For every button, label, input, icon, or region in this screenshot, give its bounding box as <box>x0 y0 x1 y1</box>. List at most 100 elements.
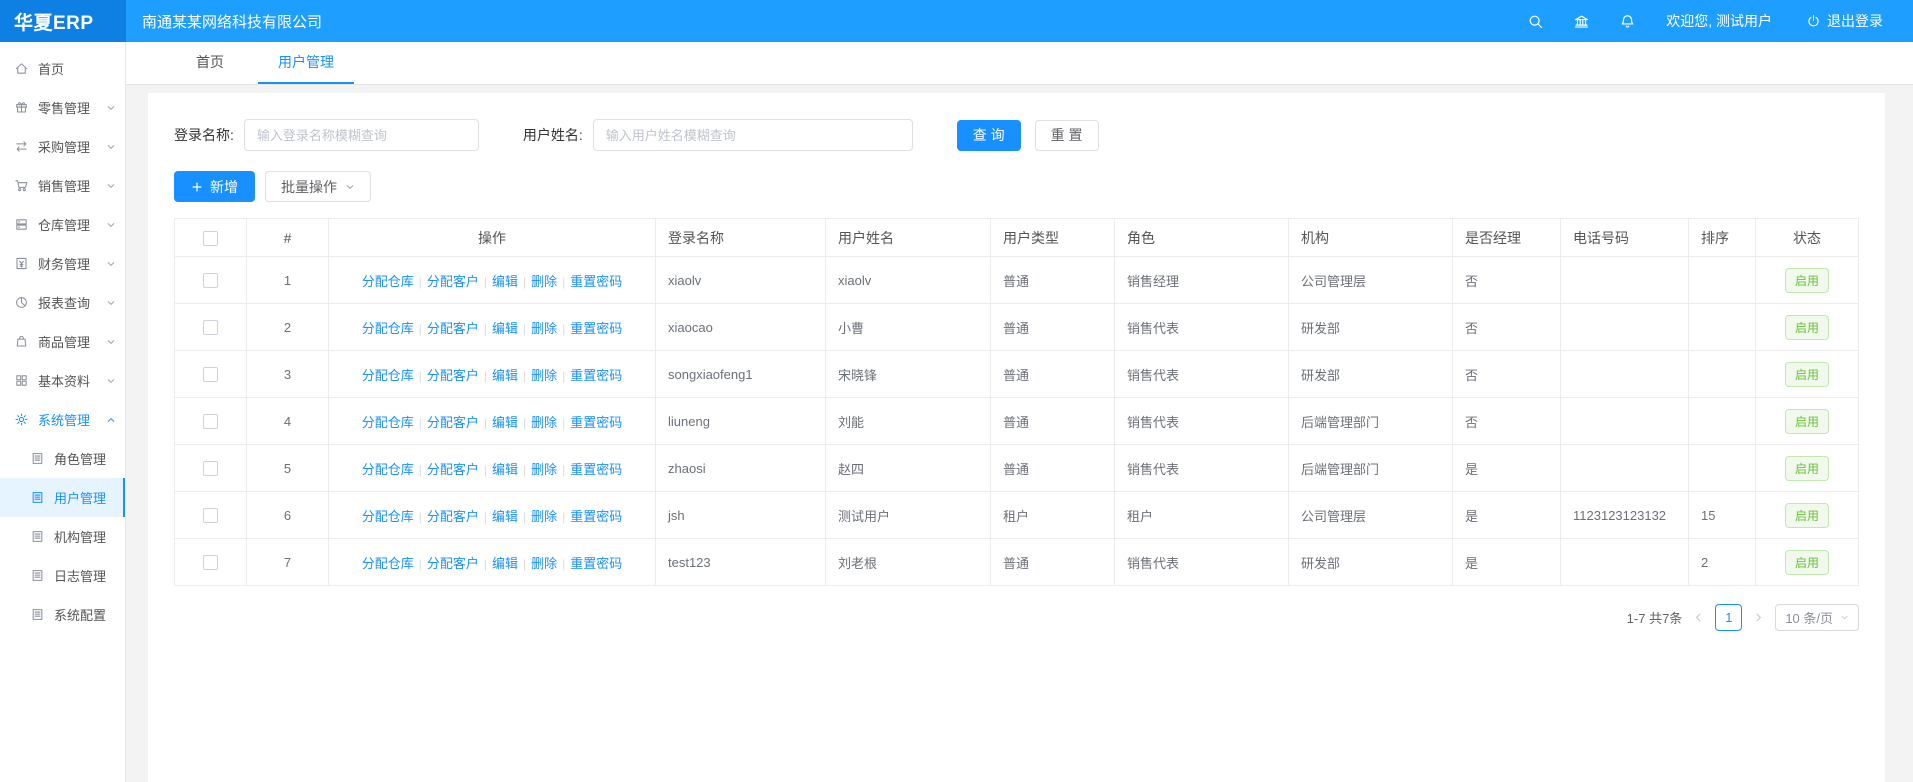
operation-delete-link[interactable]: 删除 <box>531 556 557 571</box>
logout-icon <box>1806 14 1821 29</box>
operation-delete-link[interactable]: 删除 <box>531 321 557 336</box>
tab-user-management[interactable]: 用户管理 <box>258 42 354 84</box>
cell-organization: 后端管理部门 <box>1289 398 1453 445</box>
sidebar-subitem-user[interactable]: 用户管理 <box>0 478 125 517</box>
doc-icon <box>30 451 45 466</box>
sidebar-item-warehouse[interactable]: 仓库管理 <box>0 205 125 244</box>
prev-page-button[interactable] <box>1693 612 1704 623</box>
cell-login-name: test123 <box>656 539 826 586</box>
batch-operations-button[interactable]: 批量操作 <box>265 171 371 202</box>
operation-assign-customer-link[interactable]: 分配客户 <box>427 509 479 524</box>
operation-assign-customer-link[interactable]: 分配客户 <box>427 274 479 289</box>
operation-assign-warehouse-link[interactable]: 分配仓库 <box>362 556 414 571</box>
operation-reset-password-link[interactable]: 重置密码 <box>570 462 622 477</box>
operation-reset-password-link[interactable]: 重置密码 <box>570 415 622 430</box>
operation-delete-link[interactable]: 删除 <box>531 415 557 430</box>
operation-delete-link[interactable]: 删除 <box>531 462 557 477</box>
status-badge[interactable]: 启用 <box>1785 315 1829 340</box>
operation-edit-link[interactable]: 编辑 <box>492 509 518 524</box>
sidebar-item-purchase[interactable]: 采购管理 <box>0 127 125 166</box>
status-badge[interactable]: 启用 <box>1785 456 1829 481</box>
row-checkbox[interactable] <box>203 508 218 523</box>
row-operations: 分配仓库|分配客户|编辑|删除|重置密码 <box>329 492 656 539</box>
status-badge[interactable]: 启用 <box>1785 409 1829 434</box>
operation-edit-link[interactable]: 编辑 <box>492 556 518 571</box>
logout-button[interactable]: 退出登录 <box>1806 11 1883 31</box>
operation-delete-link[interactable]: 删除 <box>531 368 557 383</box>
cell-user-name: 测试用户 <box>826 492 991 539</box>
tab-home[interactable]: 首页 <box>176 42 244 84</box>
sidebar-subitem-role[interactable]: 角色管理 <box>0 439 125 478</box>
warehouse-icon <box>14 217 29 232</box>
operation-assign-customer-link[interactable]: 分配客户 <box>427 321 479 336</box>
search-icon[interactable] <box>1527 13 1544 30</box>
sidebar-item-retail[interactable]: 零售管理 <box>0 88 125 127</box>
sidebar-item-goods[interactable]: 商品管理 <box>0 322 125 361</box>
operation-assign-warehouse-link[interactable]: 分配仓库 <box>362 321 414 336</box>
query-button[interactable]: 查 询 <box>957 120 1021 151</box>
row-checkbox[interactable] <box>203 367 218 382</box>
next-page-button[interactable] <box>1753 612 1764 623</box>
row-checkbox[interactable] <box>203 273 218 288</box>
add-button[interactable]: 新增 <box>174 171 255 202</box>
cell-phone-number <box>1561 398 1689 445</box>
row-checkbox[interactable] <box>203 555 218 570</box>
cell-phone-number <box>1561 257 1689 304</box>
operation-separator: | <box>562 510 565 524</box>
sidebar-subitem-config[interactable]: 系统配置 <box>0 595 125 634</box>
sidebar-item-sales[interactable]: 销售管理 <box>0 166 125 205</box>
operation-reset-password-link[interactable]: 重置密码 <box>570 556 622 571</box>
operation-assign-customer-link[interactable]: 分配客户 <box>427 368 479 383</box>
column-header: 操作 <box>329 219 656 257</box>
operation-reset-password-link[interactable]: 重置密码 <box>570 509 622 524</box>
operation-assign-warehouse-link[interactable]: 分配仓库 <box>362 462 414 477</box>
login-name-input[interactable] <box>244 119 479 151</box>
row-checkbox[interactable] <box>203 320 218 335</box>
operation-edit-link[interactable]: 编辑 <box>492 274 518 289</box>
sidebar-subitem-label: 用户管理 <box>54 488 106 507</box>
operation-assign-customer-link[interactable]: 分配客户 <box>427 415 479 430</box>
column-header: # <box>247 219 329 257</box>
operation-assign-warehouse-link[interactable]: 分配仓库 <box>362 509 414 524</box>
bell-icon[interactable] <box>1619 13 1636 30</box>
chevron-up-icon <box>106 415 116 425</box>
operation-assign-customer-link[interactable]: 分配客户 <box>427 556 479 571</box>
bank-icon[interactable] <box>1573 13 1590 30</box>
reset-button[interactable]: 重 置 <box>1035 120 1099 151</box>
sidebar-subitem-org[interactable]: 机构管理 <box>0 517 125 556</box>
sidebar-item-home[interactable]: 首页 <box>0 49 125 88</box>
row-checkbox[interactable] <box>203 414 218 429</box>
sidebar-item-system[interactable]: 系统管理 <box>0 400 125 439</box>
page-number-button[interactable]: 1 <box>1715 604 1742 631</box>
page-size-select[interactable]: 10 条/页 <box>1775 604 1859 631</box>
select-all-checkbox[interactable] <box>203 231 218 246</box>
row-checkbox[interactable] <box>203 461 218 476</box>
operation-assign-warehouse-link[interactable]: 分配仓库 <box>362 274 414 289</box>
row-operations: 分配仓库|分配客户|编辑|删除|重置密码 <box>329 351 656 398</box>
operation-assign-warehouse-link[interactable]: 分配仓库 <box>362 368 414 383</box>
status-badge[interactable]: 启用 <box>1785 503 1829 528</box>
sidebar-item-report[interactable]: 报表查询 <box>0 283 125 322</box>
operation-reset-password-link[interactable]: 重置密码 <box>570 368 622 383</box>
finance-icon <box>14 256 29 271</box>
operation-edit-link[interactable]: 编辑 <box>492 415 518 430</box>
operation-edit-link[interactable]: 编辑 <box>492 462 518 477</box>
status-badge[interactable]: 启用 <box>1785 268 1829 293</box>
sidebar-item-finance[interactable]: 财务管理 <box>0 244 125 283</box>
operation-reset-password-link[interactable]: 重置密码 <box>570 274 622 289</box>
user-name-input[interactable] <box>593 119 913 151</box>
operation-edit-link[interactable]: 编辑 <box>492 321 518 336</box>
operation-delete-link[interactable]: 删除 <box>531 509 557 524</box>
operation-edit-link[interactable]: 编辑 <box>492 368 518 383</box>
sidebar-subitem-log[interactable]: 日志管理 <box>0 556 125 595</box>
operation-delete-link[interactable]: 删除 <box>531 274 557 289</box>
operation-reset-password-link[interactable]: 重置密码 <box>570 321 622 336</box>
sidebar: 首页零售管理采购管理销售管理仓库管理财务管理报表查询商品管理基本资料系统管理角色… <box>0 42 126 782</box>
row-operations: 分配仓库|分配客户|编辑|删除|重置密码 <box>329 304 656 351</box>
operation-assign-customer-link[interactable]: 分配客户 <box>427 462 479 477</box>
operation-assign-warehouse-link[interactable]: 分配仓库 <box>362 415 414 430</box>
sidebar-item-basic[interactable]: 基本资料 <box>0 361 125 400</box>
status-badge[interactable]: 启用 <box>1785 550 1829 575</box>
basic-icon <box>14 373 29 388</box>
status-badge[interactable]: 启用 <box>1785 362 1829 387</box>
